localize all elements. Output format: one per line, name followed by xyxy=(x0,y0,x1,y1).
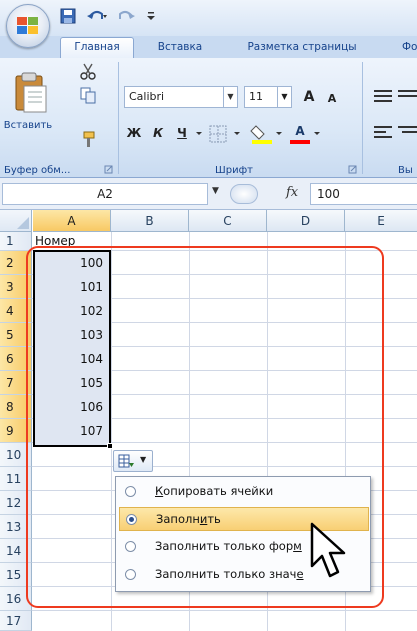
tab-page-layout[interactable]: Разметка страницы xyxy=(222,38,382,58)
column-header-e[interactable]: E xyxy=(345,210,417,232)
row-header-4[interactable]: 4 xyxy=(0,299,32,323)
italic-button[interactable]: К xyxy=(148,122,168,144)
row-header-1[interactable]: 1 xyxy=(0,232,32,251)
menu-item-copy-cells[interactable]: Копировать ячейки xyxy=(119,480,369,504)
font-name-select[interactable]: Calibri xyxy=(124,86,224,108)
ribbon: Вставить Буфер обм... Calibri ▼ 11 ▼ A A… xyxy=(0,58,417,178)
column-header-d[interactable]: D xyxy=(267,210,345,232)
undo-icon[interactable] xyxy=(86,7,108,25)
row-header-11[interactable]: 11 xyxy=(0,467,32,491)
tab-insert[interactable]: Вставка xyxy=(148,38,212,58)
autofill-dropdown-icon: ▼ xyxy=(140,455,147,464)
tab-home[interactable]: Главная xyxy=(60,37,134,59)
ribbon-separator xyxy=(362,62,363,174)
format-painter-icon[interactable] xyxy=(78,130,98,148)
mouse-pointer-icon xyxy=(310,522,346,578)
borders-icon[interactable] xyxy=(208,124,230,144)
ribbon-tabs: Главная Вставка Разметка страницы Фо xyxy=(0,36,417,59)
align-top-icon[interactable] xyxy=(372,86,396,106)
radio-icon xyxy=(125,486,136,497)
row-header-9[interactable]: 9 xyxy=(0,419,32,443)
cell-a1[interactable]: Номер xyxy=(35,230,111,250)
row-header-5[interactable]: 5 xyxy=(0,323,32,347)
alignment-group-label: Вы xyxy=(398,165,413,176)
cut-icon[interactable] xyxy=(78,62,98,80)
menu-item-label: Заполнить только форм xyxy=(155,539,302,553)
radio-icon xyxy=(125,541,136,552)
formula-input[interactable]: 100 xyxy=(310,183,417,205)
ribbon-separator xyxy=(118,62,119,174)
grow-font-button[interactable]: A xyxy=(298,86,320,108)
bold-button[interactable]: Ж xyxy=(124,122,144,144)
formula-bar-expand-icon[interactable] xyxy=(230,184,258,204)
row-header-3[interactable]: 3 xyxy=(0,275,32,299)
font-size-dropdown-icon[interactable]: ▼ xyxy=(278,86,292,108)
row-header-2[interactable]: 2 xyxy=(0,251,32,275)
select-all-button[interactable] xyxy=(0,210,32,232)
office-logo-icon xyxy=(17,17,38,34)
tab-formulas[interactable]: Фо xyxy=(400,38,417,58)
insert-function-button[interactable]: fx xyxy=(286,185,298,200)
align-center-icon[interactable] xyxy=(396,122,417,142)
paste-label: Вставить xyxy=(3,120,53,131)
row-header-10[interactable]: 10 xyxy=(0,443,32,467)
autofill-options-button[interactable]: ▼ xyxy=(113,450,153,472)
menu-item-label: Копировать ячейки xyxy=(155,484,274,498)
font-name-dropdown-icon[interactable]: ▼ xyxy=(224,86,238,108)
underline-button[interactable]: Ч xyxy=(172,122,192,144)
name-box[interactable]: A2 xyxy=(2,183,208,205)
column-header-b[interactable]: B xyxy=(111,210,189,232)
row-header-15[interactable]: 15 xyxy=(0,563,32,587)
row-header-17[interactable]: 17 xyxy=(0,611,32,631)
title-bar xyxy=(0,0,417,36)
fill-color-icon[interactable] xyxy=(250,122,274,144)
font-color-swatch xyxy=(290,140,310,144)
redo-icon[interactable] xyxy=(116,7,136,25)
formula-bar: A2 ▼ fx 100 xyxy=(0,178,417,210)
shrink-font-button[interactable]: A xyxy=(322,88,342,110)
fill-color-dropdown-icon[interactable] xyxy=(274,126,284,140)
radio-icon xyxy=(125,569,136,580)
customize-quick-access-icon[interactable] xyxy=(146,7,156,25)
row-header-8[interactable]: 8 xyxy=(0,395,32,419)
font-color-button[interactable]: A xyxy=(290,120,310,142)
save-icon[interactable] xyxy=(60,7,76,25)
selection-border xyxy=(33,250,111,447)
clipboard-group-label: Буфер обм... xyxy=(4,165,71,176)
name-box-dropdown-icon[interactable]: ▼ xyxy=(212,186,219,196)
row-header-7[interactable]: 7 xyxy=(0,371,32,395)
radio-selected-icon xyxy=(126,514,137,525)
borders-dropdown-icon[interactable] xyxy=(232,126,242,140)
align-middle-icon[interactable] xyxy=(396,86,417,106)
column-header-c[interactable]: C xyxy=(189,210,267,232)
align-left-icon[interactable] xyxy=(372,122,396,142)
font-group-label: Шрифт xyxy=(215,165,253,176)
office-button[interactable] xyxy=(6,4,50,48)
row-header-6[interactable]: 6 xyxy=(0,347,32,371)
menu-item-label: Заполнить xyxy=(156,512,221,526)
copy-icon[interactable] xyxy=(78,86,98,104)
underline-dropdown-icon[interactable] xyxy=(194,126,204,140)
font-color-dropdown-icon[interactable] xyxy=(312,126,322,140)
row-header-16[interactable]: 16 xyxy=(0,587,32,611)
row-header-14[interactable]: 14 xyxy=(0,539,32,563)
autofill-options-icon xyxy=(118,454,134,468)
menu-item-label: Заполнить только значе xyxy=(155,567,304,581)
font-size-select[interactable]: 11 xyxy=(244,86,278,108)
row-header-13[interactable]: 13 xyxy=(0,515,32,539)
font-launcher-icon[interactable] xyxy=(348,164,358,176)
clipboard-launcher-icon[interactable] xyxy=(104,164,114,176)
row-header-12[interactable]: 12 xyxy=(0,491,32,515)
fill-handle[interactable] xyxy=(107,443,113,449)
column-header-a[interactable]: A xyxy=(33,210,111,232)
